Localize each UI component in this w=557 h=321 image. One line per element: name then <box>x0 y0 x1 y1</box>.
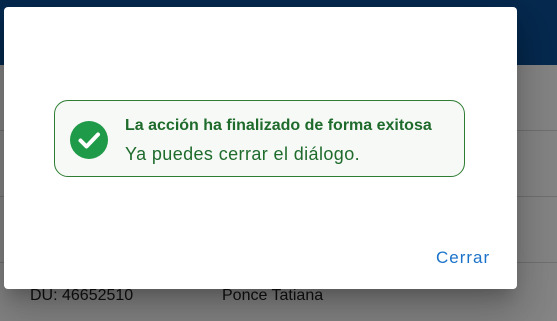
close-button[interactable]: Cerrar <box>430 245 496 271</box>
alert-title: La acción ha finalizado de forma exitosa <box>125 117 432 134</box>
success-alert: La acción ha finalizado de forma exitosa… <box>54 100 465 177</box>
alert-message: Ya puedes cerrar el diálogo. <box>125 144 361 164</box>
success-dialog: La acción ha finalizado de forma exitosa… <box>4 7 517 289</box>
check-circle-icon <box>70 121 108 159</box>
